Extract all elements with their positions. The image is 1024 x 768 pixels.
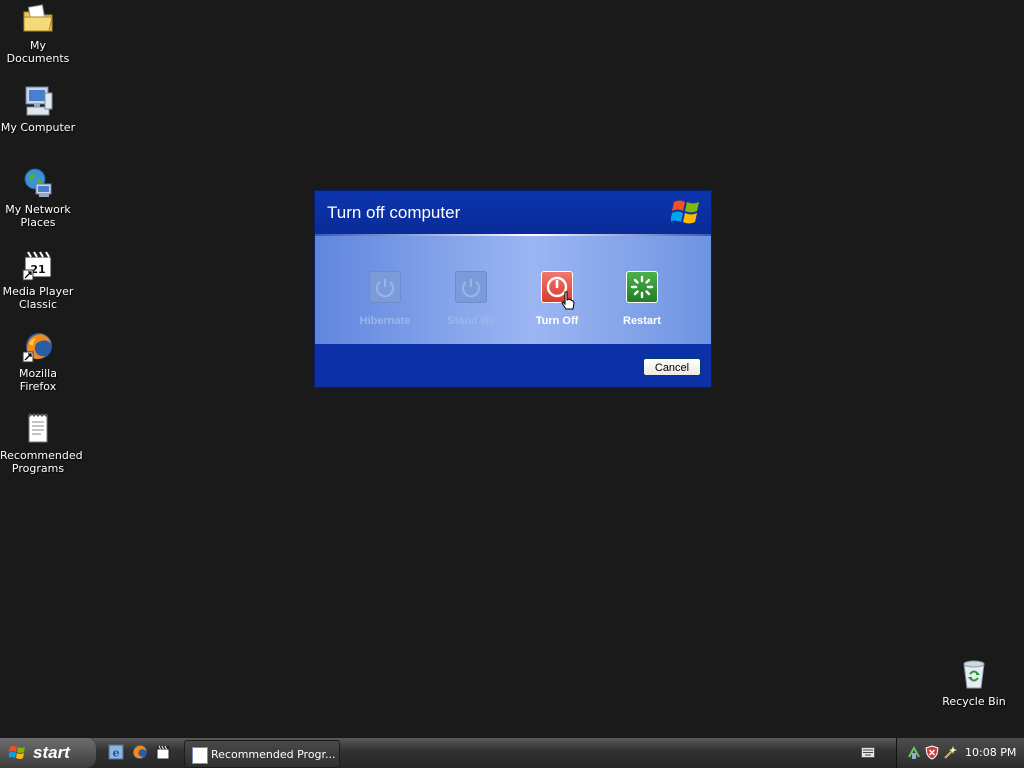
folder-icon xyxy=(21,2,55,36)
turn-off-label: Turn Off xyxy=(535,315,579,327)
desktop-icon-label: Mozilla Firefox xyxy=(19,367,57,393)
system-tray: 10:08 PM xyxy=(896,738,1024,768)
turn-off-button[interactable]: Turn Off xyxy=(517,271,597,327)
desktop-icon-recycle-bin[interactable]: Recycle Bin xyxy=(936,658,1012,708)
desktop-icon-label: My Documents xyxy=(6,39,70,65)
firefox-icon[interactable] xyxy=(132,744,148,760)
desktop-icon-my-computer[interactable]: My Computer xyxy=(0,84,76,134)
turn-off-dialog: Turn off computer Hibernate Stand By Tur… xyxy=(315,191,711,387)
start-button[interactable]: start xyxy=(0,738,96,768)
power-icon xyxy=(369,271,401,303)
media-player-icon[interactable] xyxy=(155,744,171,760)
desktop-icon-label: Recommended Programs xyxy=(0,449,83,475)
network-tray-icon[interactable] xyxy=(907,745,921,760)
stand-by-label: Stand By xyxy=(447,315,495,327)
desktop-icon-mozilla-firefox[interactable]: Mozilla Firefox xyxy=(0,330,76,393)
taskbar-clock[interactable]: 10:08 PM xyxy=(965,746,1016,759)
power-icon xyxy=(455,271,487,303)
dialog-header: Turn off computer xyxy=(315,191,711,234)
restart-icon xyxy=(626,271,658,303)
windows-flag-icon xyxy=(8,744,27,762)
taskbar-task-recommended-programs[interactable]: Recommended Progr... xyxy=(184,740,340,768)
restart-button[interactable]: Restart xyxy=(602,271,682,327)
desktop-icon-label: My Network Places xyxy=(5,203,71,229)
cancel-button[interactable]: Cancel xyxy=(643,358,701,376)
network-globe-icon xyxy=(21,166,55,200)
security-shield-icon[interactable] xyxy=(925,745,939,760)
hibernate-label: Hibernate xyxy=(359,315,411,327)
clapperboard-icon: 21 xyxy=(21,248,55,282)
desktop-icon-my-documents[interactable]: My Documents xyxy=(0,2,76,65)
restart-label: Restart xyxy=(623,315,661,327)
desktop-icon-my-network-places[interactable]: My Network Places xyxy=(0,166,76,229)
taskbar: start e Recommended Progr... 10:08 PM xyxy=(0,738,1024,768)
windows-logo-icon xyxy=(670,197,703,227)
desktop-icon-label: Media Player Classic xyxy=(2,285,74,311)
hibernate-option: Hibernate xyxy=(345,271,425,327)
dialog-options-panel: Hibernate Stand By Turn Off Restart xyxy=(315,236,711,344)
desktop-icon-label: Recycle Bin xyxy=(942,695,1006,708)
internet-explorer-icon[interactable]: e xyxy=(108,744,124,760)
stand-by-option: Stand By xyxy=(431,271,511,327)
document-icon xyxy=(192,747,208,764)
desktop-icon-media-player-classic[interactable]: 21 Media Player Classic xyxy=(0,248,76,311)
hand-cursor-icon xyxy=(560,291,576,311)
keyboard-icon[interactable] xyxy=(861,747,875,758)
firefox-icon xyxy=(21,330,55,364)
desktop-icon-recommended-programs[interactable]: Recommended Programs xyxy=(0,412,83,475)
desktop-icon-label: My Computer xyxy=(0,121,76,134)
magic-wand-icon[interactable] xyxy=(943,745,957,760)
dialog-title: Turn off computer xyxy=(327,203,461,222)
computer-icon xyxy=(21,84,55,118)
start-label: start xyxy=(33,743,70,762)
recycle-bin-icon xyxy=(957,658,991,692)
task-label: Recommended Progr... xyxy=(211,748,336,761)
svg-text:e: e xyxy=(113,747,120,760)
notepad-document-icon xyxy=(21,412,55,446)
